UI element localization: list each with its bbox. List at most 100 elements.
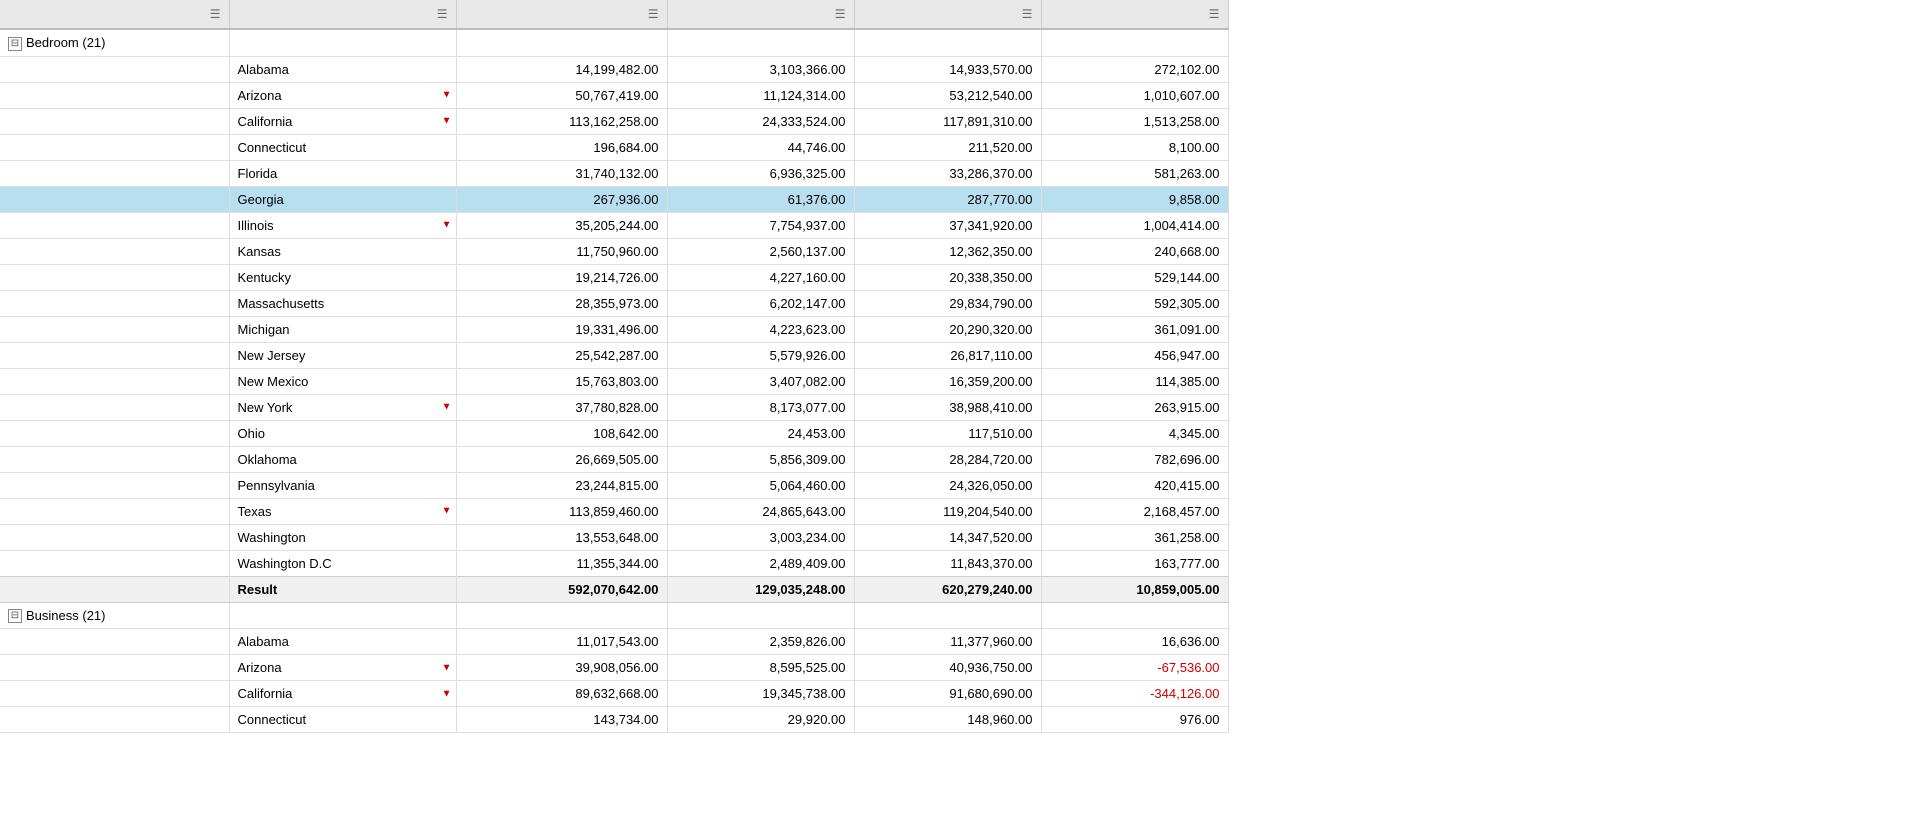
cost-cell: 113,162,258.00 — [456, 108, 667, 134]
forecast-cell: 14,347,520.00 — [854, 524, 1041, 550]
cost-cell: 108,642.00 — [456, 420, 667, 446]
product-category-cell — [0, 160, 229, 186]
header-profit-loss[interactable]: ☰ — [1041, 0, 1228, 29]
profit-cell: 420,415.00 — [1041, 472, 1228, 498]
profit-cell: 272,102.00 — [1041, 56, 1228, 82]
result-value-cell: 10,859,005.00 — [1041, 576, 1228, 602]
table-row[interactable]: Kentucky19,214,726.004,227,160.0020,338,… — [0, 264, 1228, 290]
table-row[interactable]: Oklahoma26,669,505.005,856,309.0028,284,… — [0, 446, 1228, 472]
header-state[interactable]: ☰ — [229, 0, 456, 29]
bedroom-category-cell[interactable]: ⊟Bedroom (21) — [0, 29, 229, 56]
column-menu-profit[interactable]: ☰ — [1209, 7, 1220, 21]
header-product-category[interactable]: ☰ — [0, 0, 229, 29]
table-row[interactable]: Texas▼113,859,460.0024,865,643.00119,204… — [0, 498, 1228, 524]
table-row[interactable]: Connecticut196,684.0044,746.00211,520.00… — [0, 134, 1228, 160]
forecast-cell: 53,212,540.00 — [854, 82, 1041, 108]
category-group-row[interactable]: ⊟Bedroom (21) — [0, 29, 1228, 56]
header-cost-amount[interactable]: ☰ — [456, 0, 667, 29]
forecast-cell: 117,510.00 — [854, 420, 1041, 446]
table-row[interactable]: New Jersey25,542,287.005,579,926.0026,81… — [0, 342, 1228, 368]
discount-cell: 4,223,623.00 — [667, 316, 854, 342]
state-cell: Kentucky — [229, 264, 456, 290]
product-category-cell — [0, 472, 229, 498]
table-row[interactable]: Massachusetts28,355,973.006,202,147.0029… — [0, 290, 1228, 316]
table-row[interactable]: Illinois▼35,205,244.007,754,937.0037,341… — [0, 212, 1228, 238]
empty-cell — [229, 602, 456, 629]
cost-cell: 28,355,973.00 — [456, 290, 667, 316]
product-category-cell — [0, 134, 229, 160]
table-row[interactable]: Alabama14,199,482.003,103,366.0014,933,5… — [0, 56, 1228, 82]
product-category-cell — [0, 368, 229, 394]
table-row[interactable]: California▼113,162,258.0024,333,524.0011… — [0, 108, 1228, 134]
table-row[interactable]: Michigan19,331,496.004,223,623.0020,290,… — [0, 316, 1228, 342]
forecast-cell: 14,933,570.00 — [854, 56, 1041, 82]
filter-arrow-icon: ▼ — [442, 662, 452, 673]
table-row[interactable]: Kansas11,750,960.002,560,137.0012,362,35… — [0, 238, 1228, 264]
empty-cell — [1041, 29, 1228, 56]
state-cell: Pennsylvania — [229, 472, 456, 498]
product-category-cell — [0, 82, 229, 108]
state-cell: Alabama — [229, 56, 456, 82]
result-label-cell — [0, 576, 229, 602]
table-row[interactable]: Alabama11,017,543.002,359,826.0011,377,9… — [0, 629, 1228, 655]
empty-cell — [1041, 602, 1228, 629]
table-row[interactable]: Florida31,740,132.006,936,325.0033,286,3… — [0, 160, 1228, 186]
empty-cell — [667, 602, 854, 629]
business-group-row[interactable]: ⊟Business (21) — [0, 602, 1228, 629]
profit-cell: 361,091.00 — [1041, 316, 1228, 342]
forecast-cell: 40,936,750.00 — [854, 655, 1041, 681]
table-row[interactable]: Connecticut143,734.0029,920.00148,960.00… — [0, 707, 1228, 733]
forecast-cell: 211,520.00 — [854, 134, 1041, 160]
state-cell: New York▼ — [229, 394, 456, 420]
profit-cell: 4,345.00 — [1041, 420, 1228, 446]
table-row[interactable]: Ohio108,642.0024,453.00117,510.004,345.0… — [0, 420, 1228, 446]
table-row[interactable]: Arizona▼50,767,419.0011,124,314.0053,212… — [0, 82, 1228, 108]
state-cell: New Mexico — [229, 368, 456, 394]
discount-cell: 19,345,738.00 — [667, 681, 854, 707]
result-value-cell: 620,279,240.00 — [854, 576, 1041, 602]
discount-cell: 11,124,314.00 — [667, 82, 854, 108]
column-menu-discount[interactable]: ☰ — [835, 7, 846, 21]
cost-cell: 11,750,960.00 — [456, 238, 667, 264]
table-row[interactable]: Georgia267,936.0061,376.00287,770.009,85… — [0, 186, 1228, 212]
table-row[interactable]: Arizona▼39,908,056.008,595,525.0040,936,… — [0, 655, 1228, 681]
state-cell: Alabama — [229, 629, 456, 655]
profit-cell: 8,100.00 — [1041, 134, 1228, 160]
table-row[interactable]: Pennsylvania23,244,815.005,064,460.0024,… — [0, 472, 1228, 498]
column-menu-product[interactable]: ☰ — [210, 7, 221, 21]
discount-cell: 5,856,309.00 — [667, 446, 854, 472]
column-menu-state[interactable]: ☰ — [437, 7, 448, 21]
bedroom-expand-icon[interactable]: ⊟ — [8, 37, 22, 51]
header-row: ☰ ☰ ☰ ☰ ☰ ☰ — [0, 0, 1228, 29]
table-row[interactable]: New Mexico15,763,803.003,407,082.0016,35… — [0, 368, 1228, 394]
profit-cell: -67,536.00 — [1041, 655, 1228, 681]
table-row[interactable]: California▼89,632,668.0019,345,738.0091,… — [0, 681, 1228, 707]
profit-cell: 976.00 — [1041, 707, 1228, 733]
discount-cell: 3,003,234.00 — [667, 524, 854, 550]
discount-cell: 5,064,460.00 — [667, 472, 854, 498]
cost-cell: 35,205,244.00 — [456, 212, 667, 238]
header-discount-amount[interactable]: ☰ — [667, 0, 854, 29]
discount-cell: 24,865,643.00 — [667, 498, 854, 524]
empty-cell — [854, 602, 1041, 629]
state-cell: California▼ — [229, 681, 456, 707]
table-row[interactable]: New York▼37,780,828.008,173,077.0038,988… — [0, 394, 1228, 420]
cost-cell: 14,199,482.00 — [456, 56, 667, 82]
forecast-cell: 287,770.00 — [854, 186, 1041, 212]
table-row[interactable]: Washington D.C11,355,344.002,489,409.001… — [0, 550, 1228, 576]
product-category-cell — [0, 342, 229, 368]
result-state-cell: Result — [229, 576, 456, 602]
column-menu-forecast[interactable]: ☰ — [1022, 7, 1033, 21]
empty-cell — [456, 29, 667, 56]
business-category-cell[interactable]: ⊟Business (21) — [0, 602, 229, 629]
cost-cell: 196,684.00 — [456, 134, 667, 160]
profit-cell: -344,126.00 — [1041, 681, 1228, 707]
forecast-cell: 26,817,110.00 — [854, 342, 1041, 368]
cost-cell: 39,908,056.00 — [456, 655, 667, 681]
data-grid: ☰ ☰ ☰ ☰ ☰ ☰ ⊟Bedroom (21) — [0, 0, 1229, 733]
business-expand-icon[interactable]: ⊟ — [8, 609, 22, 623]
table-row[interactable]: Washington13,553,648.003,003,234.0014,34… — [0, 524, 1228, 550]
header-forecast-amount[interactable]: ☰ — [854, 0, 1041, 29]
discount-cell: 2,489,409.00 — [667, 550, 854, 576]
column-menu-cost[interactable]: ☰ — [648, 7, 659, 21]
